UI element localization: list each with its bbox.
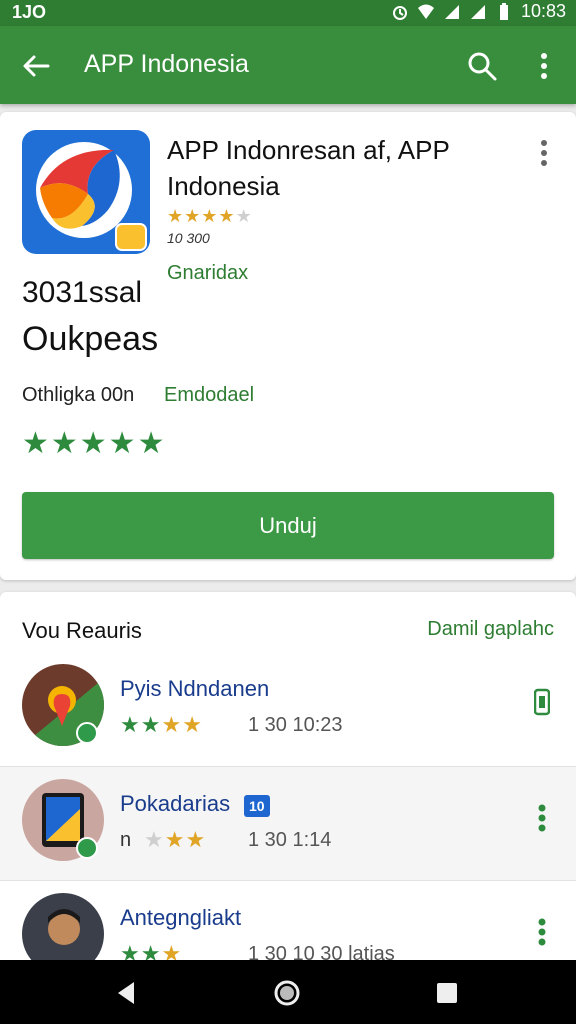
status-bar: 1JO 10:83 (0, 0, 576, 26)
section-title: Vou Reauris (22, 618, 142, 643)
nav-home-icon[interactable] (270, 976, 304, 1010)
section-see-more-link[interactable]: Damil gaplahc (427, 618, 554, 641)
info-label-1: 3031ssal (22, 276, 143, 309)
app-meta: 1 30 1:14 (248, 829, 332, 851)
install-button[interactable]: Unduj (22, 492, 554, 559)
category-link[interactable]: Gnaridax (167, 262, 248, 285)
related-apps-card: Vou Reauris Damil gaplahc Pyis Ndndanen … (0, 592, 576, 975)
app-menu-icon[interactable] (536, 138, 552, 168)
app-detail-card: APP Indonresan af, APP Indonesia ★★★★★ 1… (0, 112, 576, 580)
app-badge: 10 (244, 795, 270, 817)
app-name: APP Indonresan af, APP Indonesia (167, 135, 450, 201)
verified-icon (76, 722, 98, 744)
list-item[interactable]: Pyis Ndndanen ★★★★ 1 30 10:23 (0, 652, 576, 766)
signal-icon (444, 4, 459, 19)
more-vert-icon[interactable] (534, 915, 550, 949)
info-label-2: Oukpeas (22, 320, 159, 358)
app-rating: ★★★★ (120, 712, 203, 737)
nav-back-icon[interactable] (108, 976, 142, 1010)
status-time: 10:83 (520, 1, 566, 21)
app-rating: ★★★ (144, 827, 207, 852)
alarm-icon (392, 5, 407, 20)
small-rating-stars: ★★★★★ (167, 206, 253, 226)
meta-right-link[interactable]: Emdodael (164, 384, 254, 407)
nav-recents-icon[interactable] (430, 976, 464, 1010)
app-meta: 1 30 10:23 (248, 714, 343, 736)
status-left-text: 1JO (12, 2, 47, 22)
back-arrow-icon[interactable] (18, 48, 54, 84)
more-vert-icon[interactable] (534, 801, 550, 835)
app-name: Pyis Ndndanen (120, 676, 270, 701)
more-vert-icon[interactable] (528, 48, 560, 84)
battery-icon (499, 2, 508, 20)
search-icon[interactable] (464, 48, 500, 84)
signal-icon-2 (470, 4, 485, 19)
rating-stars: ★★★★★ (22, 427, 167, 460)
meta-left: Othligka 00n (22, 384, 135, 406)
app-bar: APP Indonesia (0, 26, 576, 104)
app-name: Antegngliakt (120, 905, 242, 930)
system-nav-bar (0, 960, 576, 1024)
app-name: Pokadarias (120, 791, 231, 816)
status-icons: 10:83 (391, 1, 566, 22)
app-icon[interactable] (22, 130, 150, 254)
small-rating-count: 10 300 (167, 230, 210, 246)
verified-icon (76, 837, 98, 859)
page-title: APP Indonesia (84, 50, 249, 78)
download-icon[interactable] (534, 686, 550, 720)
app-prefix: n (120, 829, 132, 851)
list-item[interactable]: Pokadarias 10 n ★★★ 1 30 1:14 (0, 766, 576, 880)
wifi-icon (417, 4, 434, 19)
